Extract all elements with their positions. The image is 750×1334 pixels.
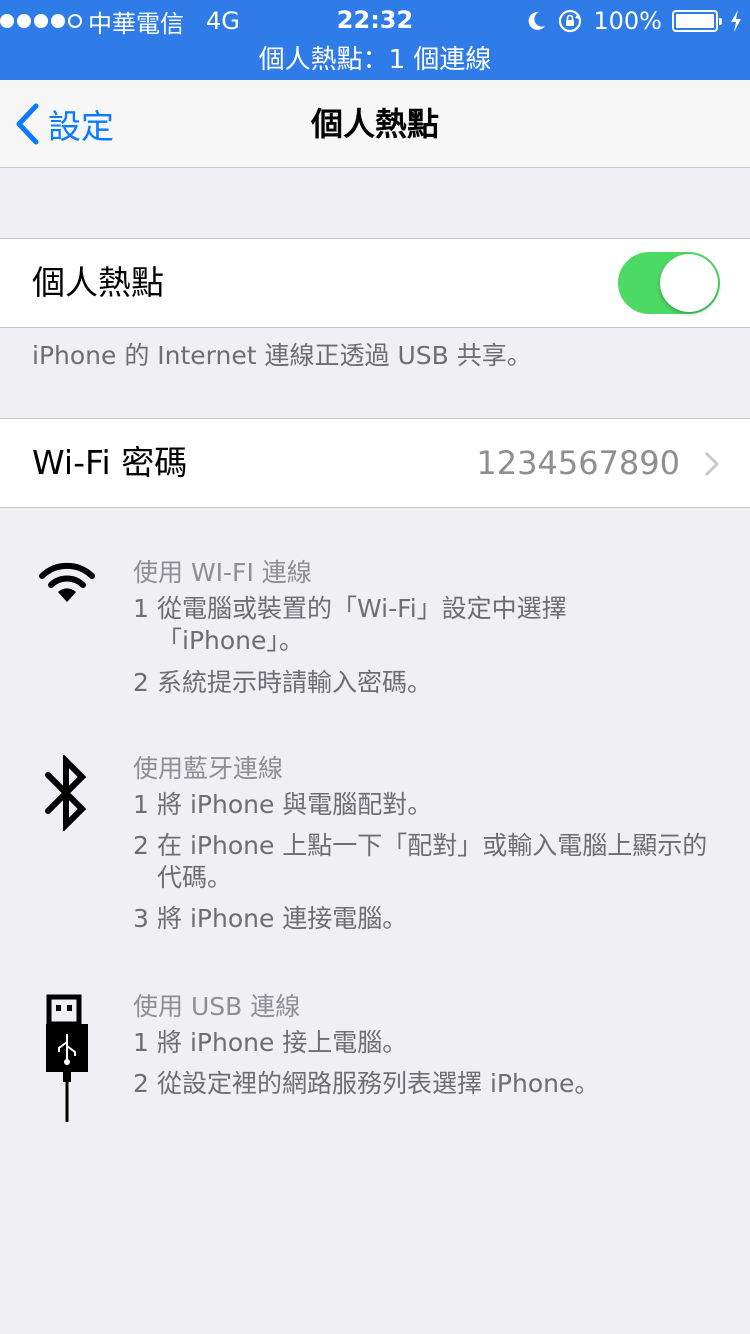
usb-step-1: 1將 iPhone 接上電腦。 (133, 1028, 408, 1057)
hotspot-connection-banner[interactable]: 個人熱點：1 個連線 (0, 40, 750, 80)
usb-cable-icon (46, 994, 88, 1122)
hotspot-toggle-cell: 個人熱點 (0, 239, 750, 327)
charging-bolt-icon (731, 10, 741, 32)
hotspot-toggle-label: 個人熱點 (32, 263, 164, 302)
wifi-password-label: Wi-Fi 密碼 (32, 443, 188, 482)
status-bar: 中華電信 4G 22:32 100% 個人熱點：1 個連線 (0, 0, 750, 80)
hotspot-toggle-group: 個人熱點 (0, 238, 750, 328)
back-button[interactable]: 設定 (14, 100, 114, 148)
moon-icon (528, 11, 546, 30)
hotspot-switch[interactable] (618, 252, 720, 314)
bluetooth-step-1: 1將 iPhone 與電腦配對。 (133, 790, 433, 819)
bluetooth-step-3: 3將 iPhone 連接電腦。 (133, 904, 408, 933)
wifi-instructions-title: 使用 WI-FI 連線 (133, 558, 312, 587)
wifi-password-cell[interactable]: Wi-Fi 密碼 1234567890 (0, 419, 750, 507)
wifi-password-group: Wi-Fi 密碼 1234567890 (0, 418, 750, 508)
chevron-left-icon (16, 103, 39, 145)
usb-step-2: 2 從設定裡的網路服務列表選擇 iPhone。 (133, 1069, 600, 1098)
status-right: 100% (525, 6, 742, 36)
bluetooth-icon (45, 755, 87, 831)
wifi-step-2: 2 系統提示時請輸入密碼。 (133, 668, 433, 697)
rotation-lock-icon (559, 9, 582, 33)
status-row: 中華電信 4G 22:32 100% (0, 0, 750, 40)
usb-instructions-title: 使用 USB 連線 (133, 992, 301, 1021)
battery-percent: 100% (593, 7, 662, 35)
wifi-step-1: 1 從電腦或裝置的「Wi-Fi」設定中選擇 「iPhone」。 (133, 594, 567, 655)
battery-icon (672, 10, 722, 32)
bluetooth-step-2: 2在 iPhone 上點一下「配對」或輸入電腦上顯示的 代碼。 (133, 831, 708, 892)
navigation-bar: 設定 個人熱點 (0, 80, 750, 168)
chevron-right-icon (705, 452, 719, 476)
bluetooth-instructions-title: 使用藍牙連線 (133, 754, 284, 783)
wifi-password-value: 1234567890 (476, 444, 680, 482)
back-label: 設定 (48, 107, 114, 146)
usb-sharing-note: iPhone 的 Internet 連線正透過 USB 共享。 (32, 341, 532, 370)
wifi-icon (39, 562, 95, 602)
